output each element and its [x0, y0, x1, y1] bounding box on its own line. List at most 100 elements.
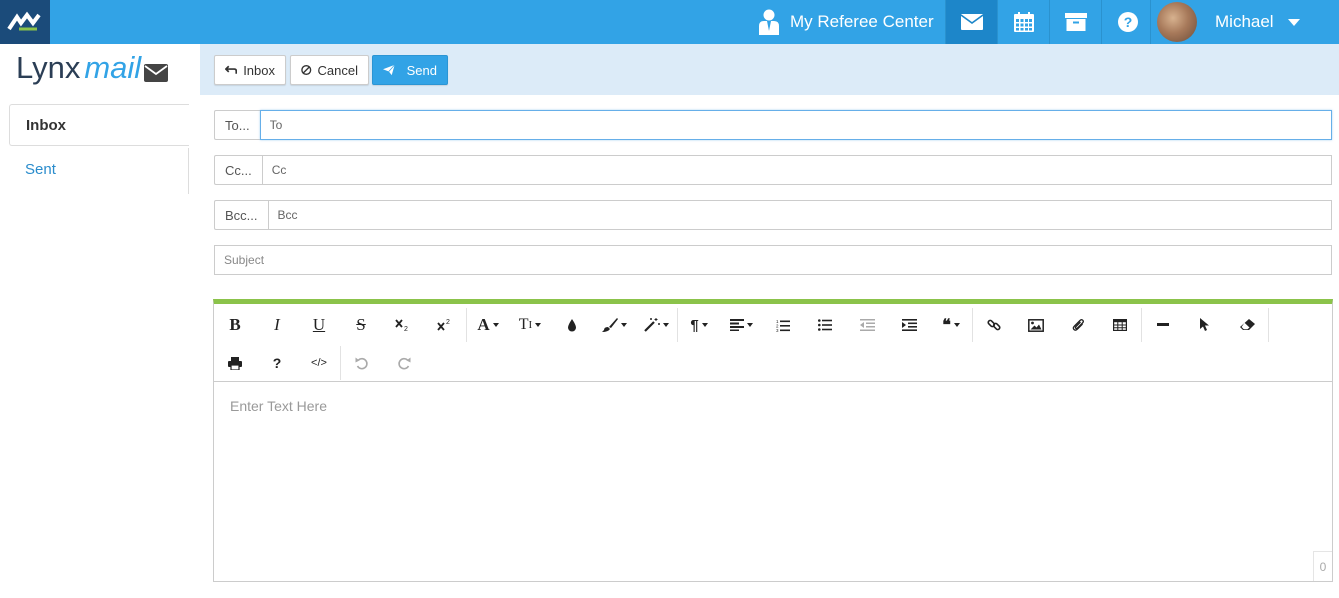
outdent-icon [859, 319, 875, 331]
undo-button[interactable] [341, 344, 383, 382]
referee-user-icon [759, 9, 779, 35]
eraser-icon [1239, 319, 1255, 330]
paragraph-dropdown[interactable]: ¶ [678, 306, 720, 344]
chevron-down-icon [492, 323, 499, 327]
toolbar-row-2: ? </> [214, 344, 425, 382]
horizontal-rule-button[interactable] [1142, 306, 1184, 344]
bcc-input[interactable] [267, 200, 1332, 230]
envelope-icon [960, 14, 983, 30]
bcc-address-book-button[interactable]: Bcc... [214, 200, 268, 230]
font-size-dropdown[interactable]: TI [509, 306, 551, 344]
ordered-list-icon: 1 2 3 [776, 319, 790, 332]
superscript-icon: 2 [437, 319, 450, 331]
chevron-down-icon [662, 323, 669, 327]
editor-content-area[interactable]: Enter Text Here [214, 382, 1332, 430]
ordered-list-button[interactable]: 1 2 3 [762, 306, 804, 344]
help-circle-icon: ? [1117, 12, 1138, 32]
editor-placeholder: Enter Text Here [230, 398, 328, 414]
style-dropdown[interactable] [635, 306, 677, 344]
character-count: 0 [1313, 551, 1332, 581]
image-button[interactable] [1015, 306, 1057, 344]
paperclip-icon [1072, 319, 1084, 331]
editor-toolbar: B I U S 2 2 A TI ¶ 1 2 3 ❝ ? </> [214, 304, 1332, 382]
print-icon [228, 356, 242, 370]
cancel-button-label: Cancel [317, 62, 358, 78]
unordered-list-icon [818, 319, 832, 331]
sidebar-item-sent[interactable]: Sent [9, 148, 189, 194]
chevron-down-icon [620, 323, 627, 327]
table-icon [1113, 319, 1127, 331]
superscript-button[interactable]: 2 [424, 306, 466, 344]
back-to-inbox-button[interactable]: Inbox [214, 55, 286, 85]
unordered-list-button[interactable] [804, 306, 846, 344]
link-icon [987, 319, 1001, 331]
subject-field-group [214, 245, 1332, 275]
archive-icon [1064, 13, 1087, 31]
underline-button[interactable]: U [298, 306, 340, 344]
font-family-dropdown[interactable]: A [467, 306, 509, 344]
highlight-dropdown[interactable] [593, 306, 635, 344]
outdent-button[interactable] [846, 306, 888, 344]
quote-icon: ❝ [942, 317, 951, 334]
select-button[interactable] [1184, 306, 1226, 344]
sidebar-item-inbox[interactable]: Inbox [9, 104, 189, 146]
indent-button[interactable] [888, 306, 930, 344]
paint-brush-icon [601, 318, 618, 332]
magic-wand-icon [643, 318, 660, 332]
app-logo[interactable] [0, 0, 50, 44]
toolbar-row-1: B I U S 2 2 A TI ¶ 1 2 3 ❝ [214, 306, 1269, 344]
print-button[interactable] [214, 344, 256, 382]
blockquote-dropdown[interactable]: ❝ [930, 306, 972, 344]
code-icon: </> [311, 357, 327, 369]
align-dropdown[interactable] [720, 306, 762, 344]
to-field-group: To... [214, 110, 1332, 140]
inbox-button-label: Inbox [243, 62, 275, 78]
user-name: Michael [1215, 12, 1274, 31]
compose-action-bar: Inbox Cancel Send [200, 44, 1339, 95]
tint-drop-icon [568, 318, 576, 331]
paragraph-icon: ¶ [690, 316, 699, 334]
logo-icon [7, 11, 41, 31]
cc-input[interactable] [261, 155, 1332, 185]
indent-icon [901, 319, 917, 331]
link-button[interactable] [973, 306, 1015, 344]
referee-center-label: My Referee Center [790, 12, 934, 31]
avatar [1157, 2, 1197, 42]
rich-text-editor: B I U S 2 2 A TI ¶ 1 2 3 ❝ ? </> Enter T… [213, 299, 1333, 582]
image-icon [1028, 318, 1044, 332]
color-button[interactable] [551, 306, 593, 344]
italic-button[interactable]: I [256, 306, 298, 344]
reply-arrow-icon [225, 65, 238, 74]
top-navbar: My Referee Center ? Michael [0, 0, 1339, 44]
brand-part-2: mail [84, 50, 142, 85]
strikethrough-button[interactable]: S [340, 306, 382, 344]
code-view-button[interactable]: </> [298, 344, 340, 382]
bold-button[interactable]: B [214, 306, 256, 344]
cc-address-book-button[interactable]: Cc... [214, 155, 262, 185]
attachment-button[interactable] [1057, 306, 1099, 344]
undo-icon [355, 357, 368, 370]
to-address-book-button[interactable]: To... [214, 110, 260, 140]
subject-input[interactable] [214, 245, 1332, 275]
nav-calendar[interactable] [997, 0, 1049, 44]
cancel-button[interactable]: Cancel [290, 55, 369, 85]
nav-help[interactable]: ? [1101, 0, 1153, 44]
paper-plane-icon [383, 64, 395, 76]
to-input[interactable] [259, 110, 1332, 140]
nav-mail[interactable] [945, 0, 997, 44]
svg-text:?: ? [1123, 14, 1132, 30]
send-button[interactable]: Send [372, 55, 448, 85]
help-button[interactable]: ? [256, 344, 298, 382]
svg-text:2: 2 [404, 326, 408, 332]
nav-archive[interactable] [1049, 0, 1101, 44]
redo-button[interactable] [383, 344, 425, 382]
clear-format-button[interactable] [1226, 306, 1268, 344]
referee-center-link[interactable]: My Referee Center [758, 0, 934, 44]
subscript-button[interactable]: 2 [382, 306, 424, 344]
user-menu[interactable]: Michael [1150, 0, 1310, 44]
svg-text:3: 3 [776, 328, 779, 332]
calendar-icon [1013, 12, 1034, 32]
font-size-icon: T [518, 316, 529, 333]
table-button[interactable] [1099, 306, 1141, 344]
cursor-pointer-icon [1200, 318, 1209, 331]
